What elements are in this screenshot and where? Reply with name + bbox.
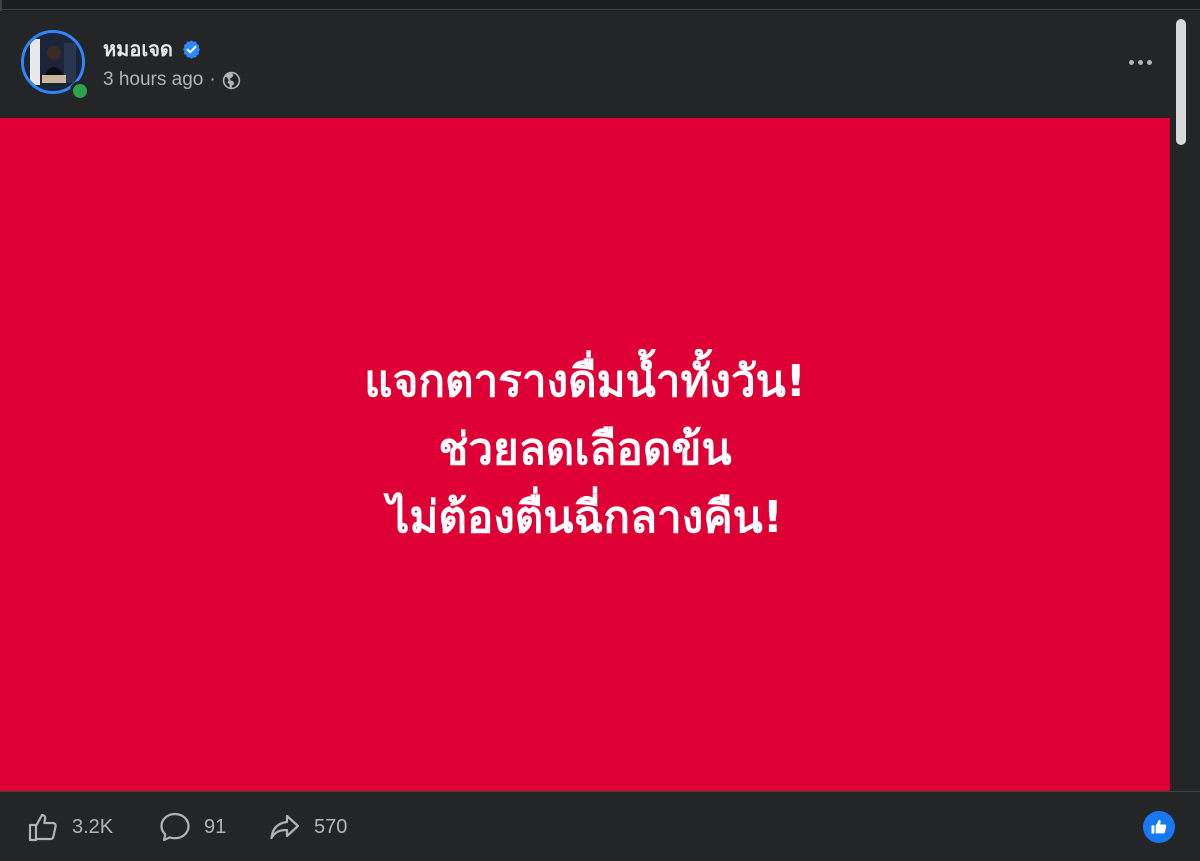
post-header: หมอเจด 3 hours ago · <box>0 11 1170 118</box>
comment-button[interactable]: 91 <box>158 810 226 844</box>
like-reaction-icon[interactable] <box>1143 811 1175 843</box>
post-text: แจกตารางดื่มน้ำทั้งวัน! ช่วยลดเลือดข้น ไ… <box>364 348 806 552</box>
post-meta: 3 hours ago · <box>103 69 241 91</box>
like-count: 3.2K <box>72 815 114 838</box>
more-options-button[interactable] <box>1120 47 1160 77</box>
scrollbar[interactable] <box>1170 11 1200 791</box>
top-border <box>0 0 1200 11</box>
post-text-line-3: ไม่ต้องตื่นฉี่กลางคืน! <box>387 491 783 543</box>
post-text-line-2: ช่วยลดเลือดข้น <box>438 423 732 475</box>
facebook-post: หมอเจด 3 hours ago · แจกตารางดื่มน้ำทั้ง… <box>0 0 1200 861</box>
more-horizontal-icon <box>1128 59 1134 65</box>
verified-badge-icon <box>182 39 200 59</box>
post-text-line-1: แจกตารางดื่มน้ำทั้งวัน! <box>364 355 806 407</box>
post-timestamp[interactable]: 3 hours ago <box>103 69 203 91</box>
post-background-card[interactable]: แจกตารางดื่มน้ำทั้งวัน! ช่วยลดเลือดข้น ไ… <box>0 118 1170 791</box>
share-count: 570 <box>314 815 348 838</box>
share-button[interactable]: 570 <box>268 810 347 844</box>
action-bar: 3.2K 91 570 <box>0 791 1200 861</box>
scrollbar-thumb[interactable] <box>1176 19 1186 145</box>
online-status-dot <box>70 81 90 101</box>
author-row: หมอเจด <box>103 33 202 65</box>
comment-bubble-icon <box>160 812 190 842</box>
share-arrow-icon <box>270 814 300 840</box>
meta-separator: · <box>209 69 216 90</box>
author-name[interactable]: หมอเจด <box>103 33 173 65</box>
comment-count: 91 <box>204 815 227 838</box>
thumbs-up-icon <box>28 813 57 842</box>
globe-icon[interactable] <box>222 71 241 90</box>
like-button[interactable]: 3.2K <box>26 810 113 844</box>
